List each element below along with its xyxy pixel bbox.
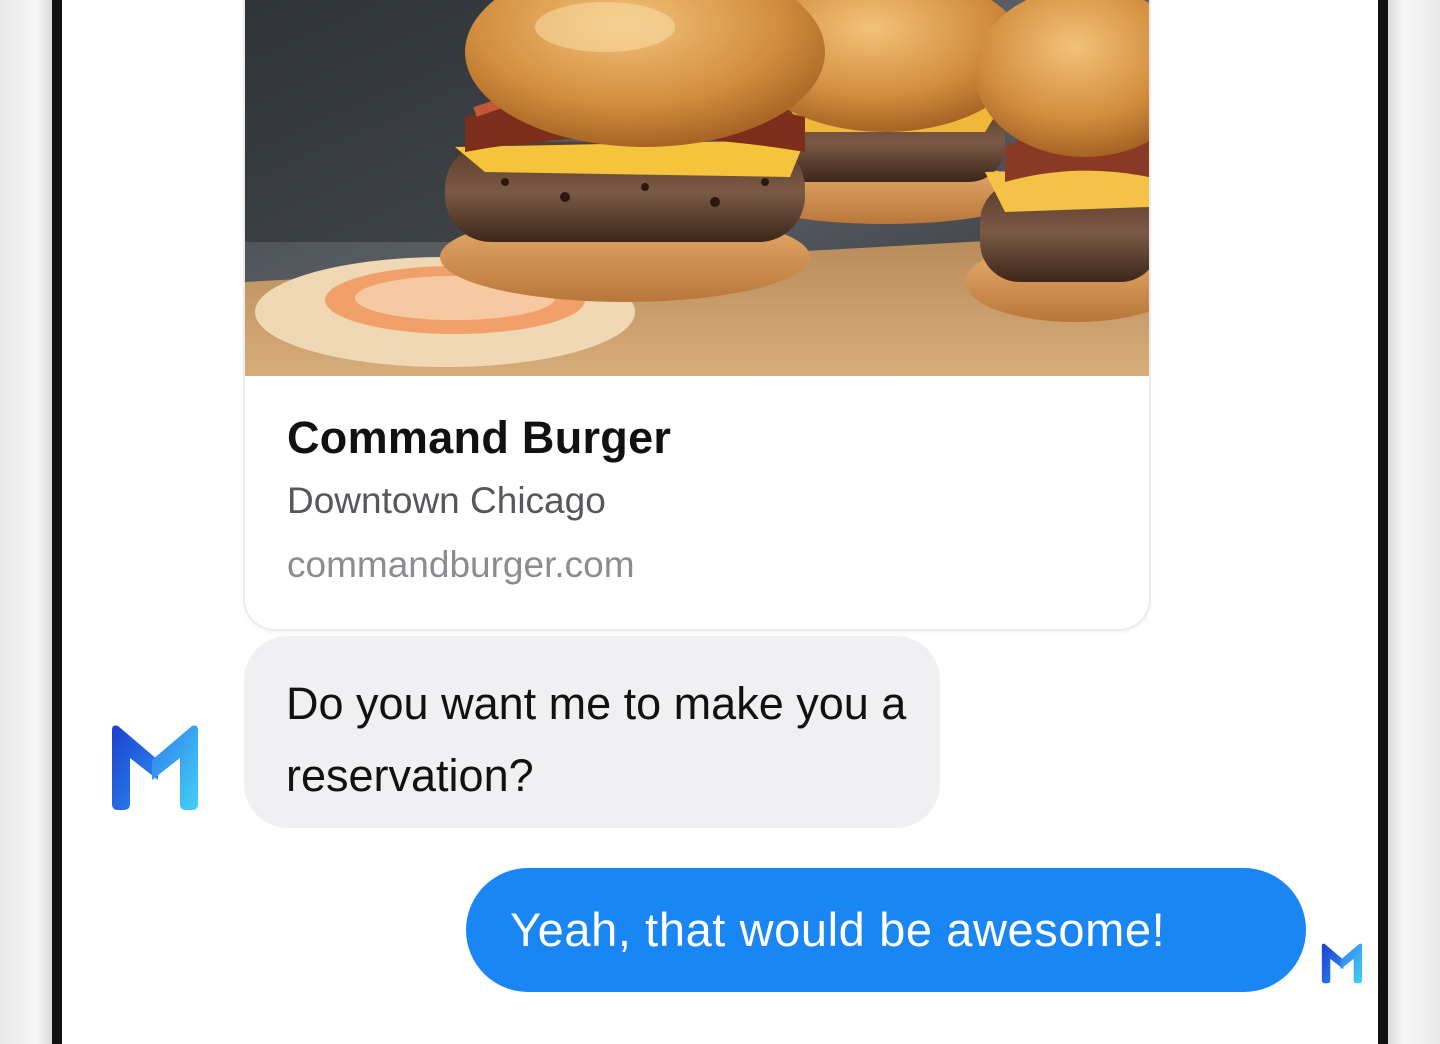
read-receipt-m-icon (1321, 943, 1363, 984)
place-card[interactable]: Command Burger Downtown Chicago commandb… (243, 0, 1151, 631)
incoming-message-bubble[interactable]: Do you want me to make you a reservation… (244, 636, 940, 828)
place-title: Command Burger (287, 412, 672, 463)
place-card-image[interactable] (245, 0, 1149, 376)
chat-screen: Command Burger Downtown Chicago commandb… (52, 0, 1388, 1044)
place-website-link[interactable]: commandburger.com (287, 544, 635, 586)
m-assistant-logo-icon (112, 725, 198, 810)
device-frame-right (1388, 0, 1440, 1044)
device-frame-left (0, 0, 52, 1044)
outgoing-message-bubble[interactable]: Yeah, that would be awesome! (466, 868, 1306, 992)
place-location: Downtown Chicago (287, 480, 606, 521)
